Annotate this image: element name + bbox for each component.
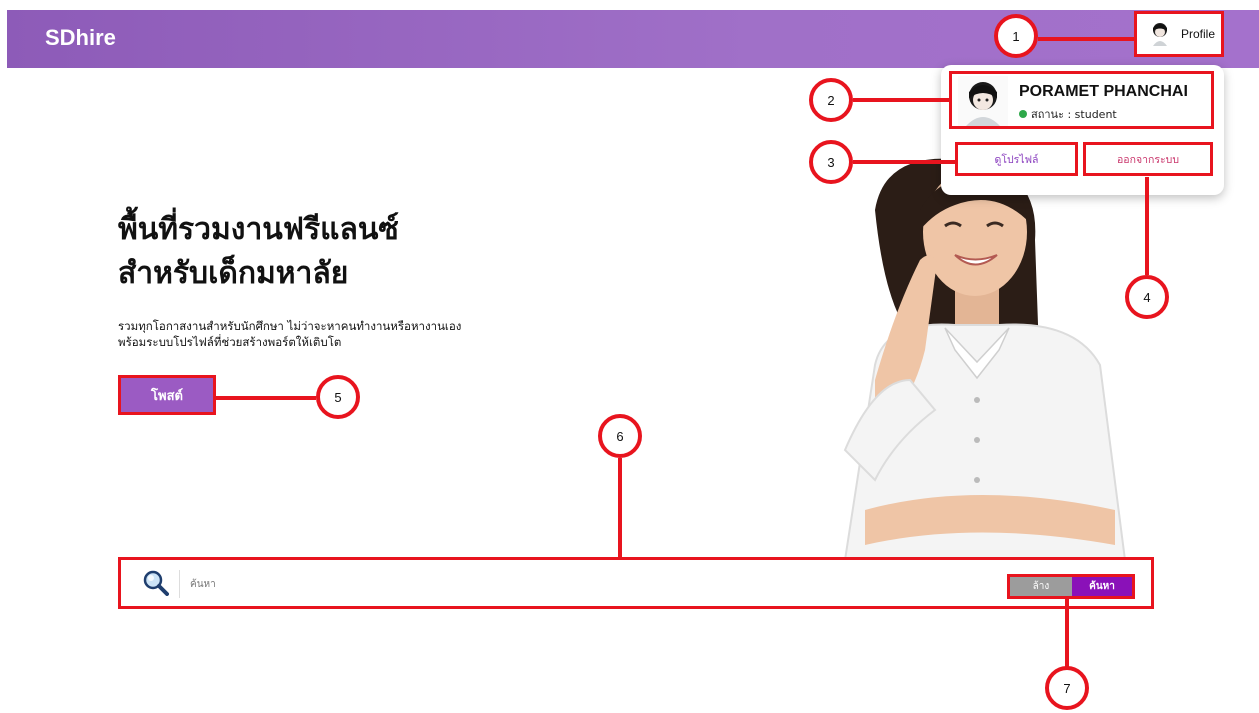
status-dot-icon	[1019, 110, 1027, 118]
post-button[interactable]: โพสต์	[118, 375, 216, 415]
hero-subtitle-line-2: พร้อมระบบโปรไฟล์ที่ช่วยสร้างพอร์ตให้เติบ…	[118, 335, 342, 349]
hero-subtitle-line-1: รวมทุกโอกาสงานสำหรับนักศึกษา ไม่ว่าจะหาค…	[118, 319, 462, 333]
hero-subtitle: รวมทุกโอกาสงานสำหรับนักศึกษา ไม่ว่าจะหาค…	[118, 318, 538, 350]
callout-2: 2	[809, 78, 853, 122]
callout-4: 4	[1125, 275, 1169, 319]
user-status-text: สถานะ : student	[1031, 108, 1117, 121]
profile-dropdown: PORAMET PHANCHAI สถานะ : student ดูโปรไฟ…	[941, 65, 1224, 195]
user-avatar-icon	[958, 76, 1008, 126]
logout-button[interactable]: ออกจากระบบ	[1083, 142, 1213, 176]
callout-line-6	[618, 458, 622, 558]
profile-button[interactable]: Profile	[1134, 11, 1224, 57]
hero-title-line-2: สำหรับเด็กมหาลัย	[118, 256, 349, 291]
student-hero-image	[843, 158, 1127, 560]
callout-6: 6	[598, 414, 642, 458]
callout-3: 3	[809, 140, 853, 184]
callout-7: 7	[1045, 666, 1089, 710]
callout-line-7	[1065, 596, 1069, 668]
callout-5: 5	[316, 375, 360, 419]
user-name: PORAMET PHANCHAI	[1019, 83, 1188, 100]
callout-line-2	[853, 98, 949, 102]
callout-line-1	[1038, 37, 1134, 41]
profile-label: Profile	[1181, 27, 1216, 41]
hero-title: พื้นที่รวมงานฟรีแลนซ์ สำหรับเด็กมหาลัย	[118, 208, 538, 296]
search-input[interactable]	[188, 572, 952, 596]
callout-line-3	[853, 160, 955, 164]
user-status: สถานะ : student	[1019, 105, 1117, 123]
callout-line-4	[1145, 177, 1149, 275]
search-bar: ล้าง ค้นหา	[118, 557, 1154, 609]
search-actions: ล้าง ค้นหา	[1007, 574, 1135, 599]
avatar-icon	[1153, 23, 1167, 46]
hero-title-line-1: พื้นที่รวมงานฟรีแลนซ์	[118, 212, 399, 247]
search-button[interactable]: ค้นหา	[1072, 577, 1132, 596]
callout-1: 1	[994, 14, 1038, 58]
search-divider	[179, 570, 180, 598]
user-info-card: PORAMET PHANCHAI สถานะ : student	[949, 71, 1214, 129]
brand-logo[interactable]: SDhire	[45, 25, 116, 51]
view-profile-button[interactable]: ดูโปรไฟล์	[955, 142, 1078, 176]
callout-line-5	[216, 396, 316, 400]
clear-button[interactable]: ล้าง	[1010, 577, 1072, 596]
search-icon	[143, 570, 169, 596]
